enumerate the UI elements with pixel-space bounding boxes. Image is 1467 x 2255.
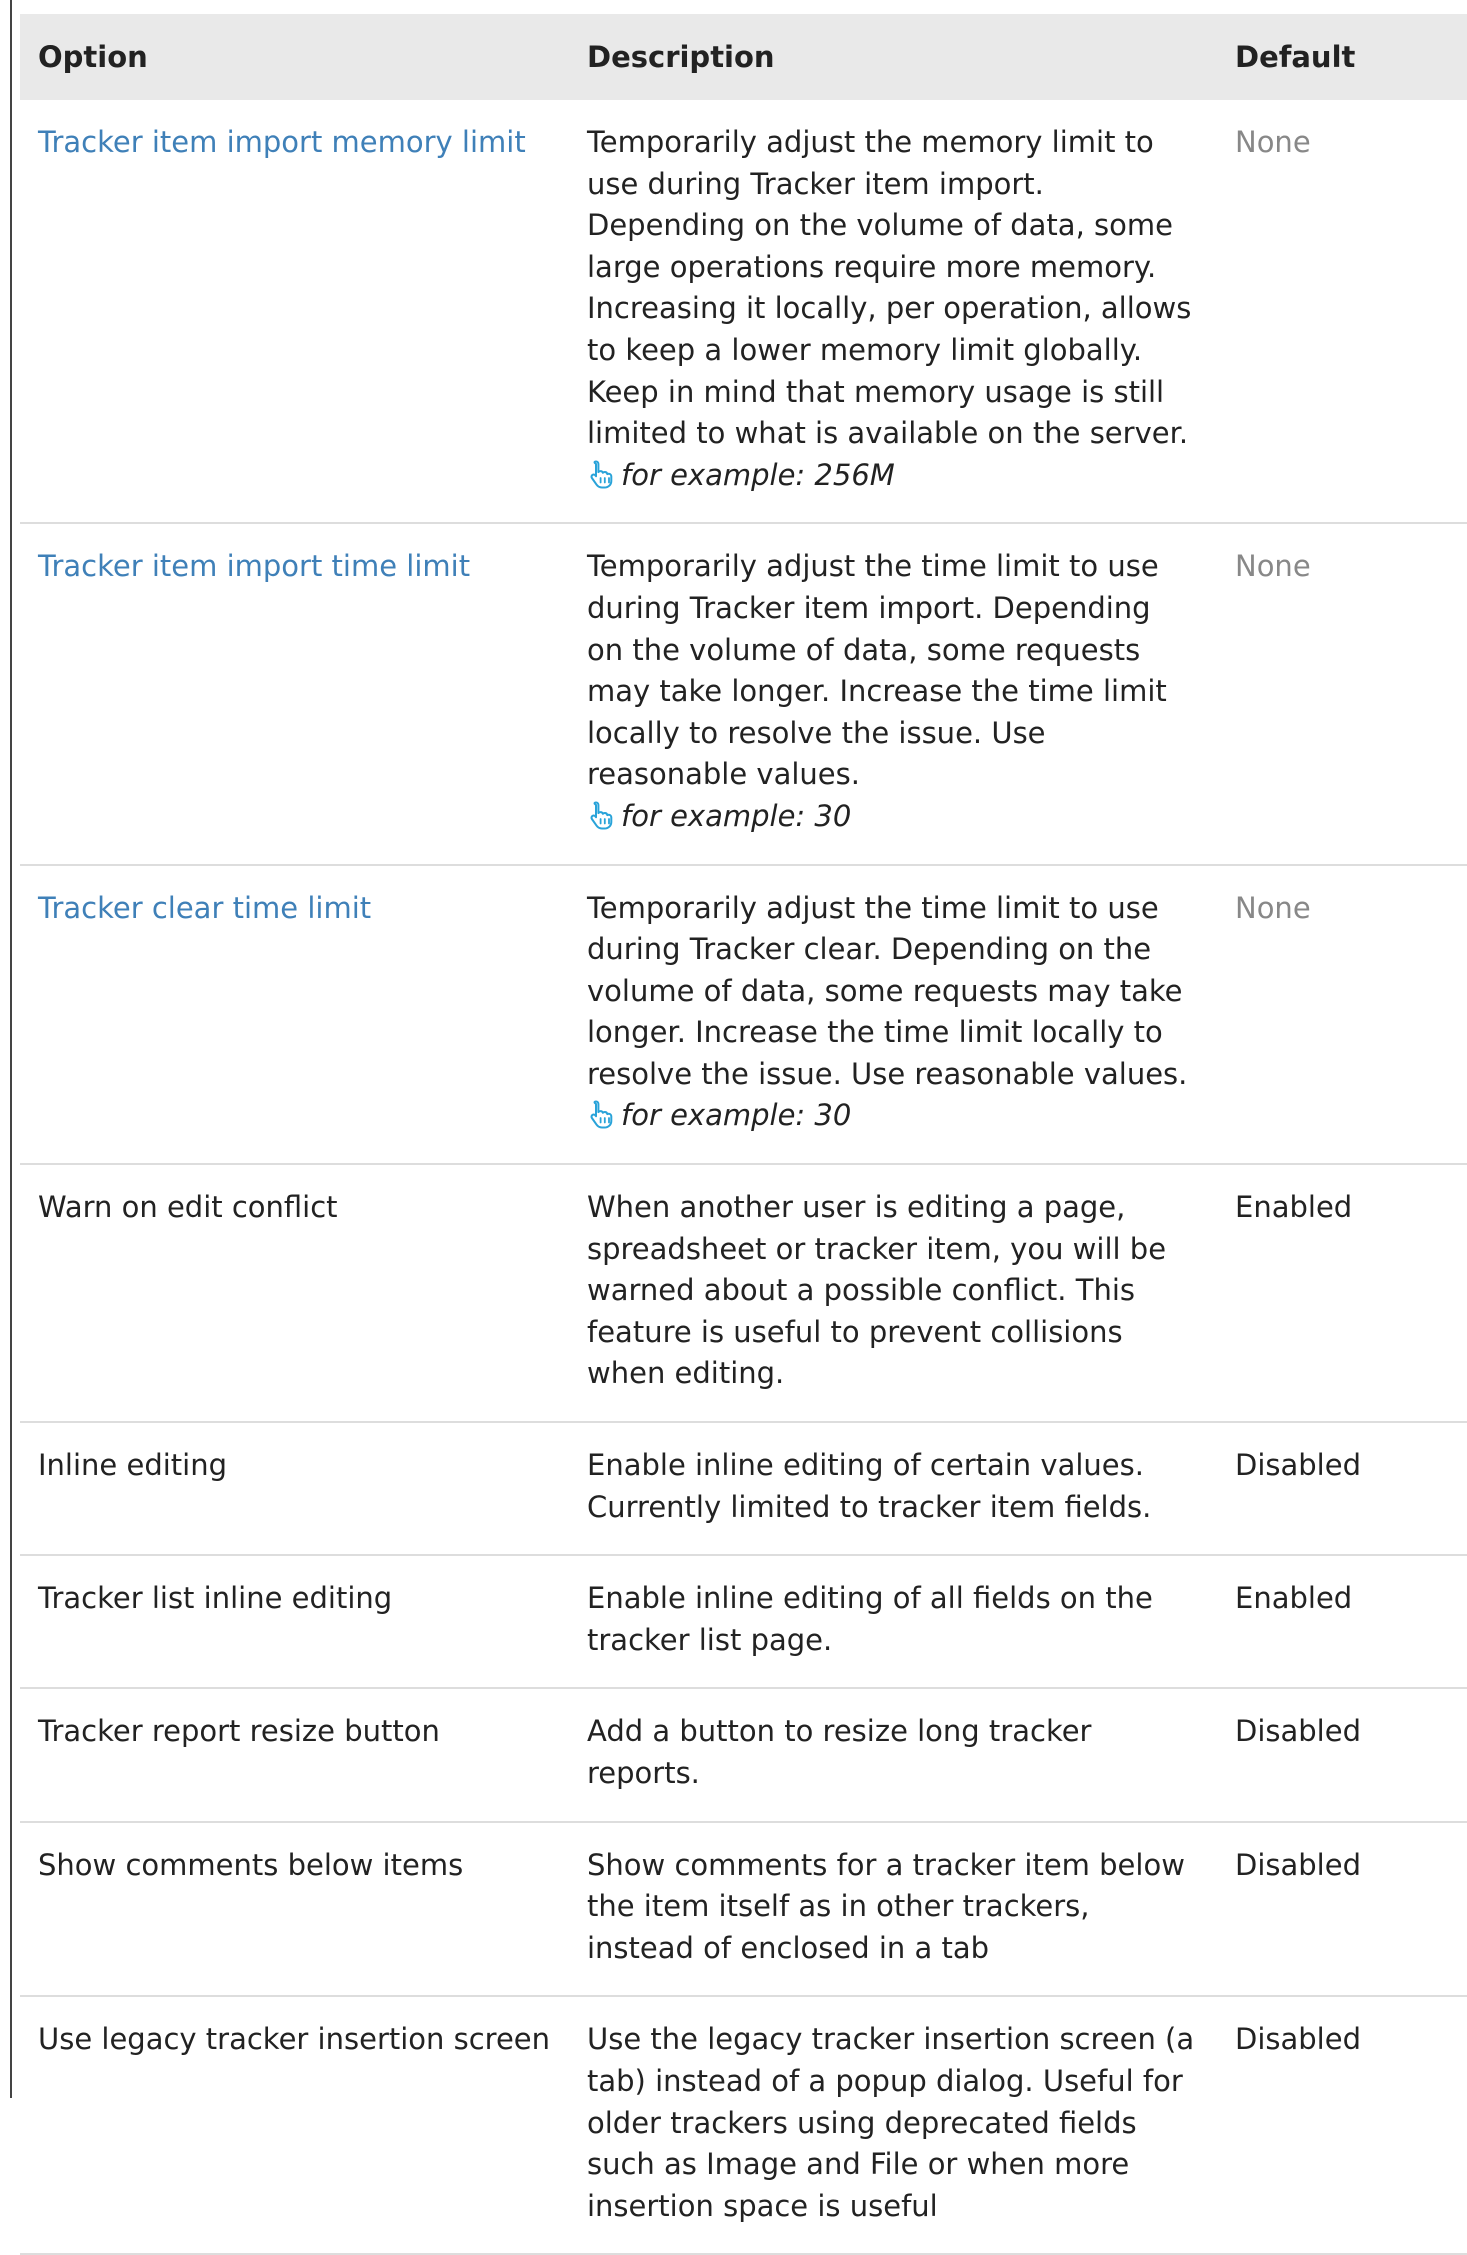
description-text: Temporarily adjust the time limit to use… [587, 890, 1188, 1091]
example-text: for example: 30 [621, 1098, 852, 1133]
description-cell: Temporarily adjust the memory limit to u… [573, 100, 1219, 523]
option-cell: Tracker item import time limit [20, 523, 573, 864]
option-label: Warn on edit conflict [38, 1190, 338, 1225]
example-hint: for example: 256M [587, 455, 1195, 497]
default-value: None [1235, 549, 1311, 584]
default-value: Enabled [1235, 1190, 1353, 1225]
table-row: Tracker clear time limit Temporarily adju… [20, 865, 1467, 1165]
option-label: Tracker report resize button [38, 1714, 440, 1749]
default-value: None [1235, 890, 1311, 925]
table-row: Show comments below items Show comments f… [20, 1822, 1467, 1997]
example-hint: for example: 30 [587, 796, 1195, 838]
option-label: Show comments below items [38, 1847, 464, 1882]
option-cell: Tracker item import memory limit [20, 100, 573, 523]
description-cell: When another user is editing a page, spr… [573, 1164, 1219, 1422]
top-spacer [12, 0, 1467, 14]
default-cell: None [1219, 865, 1467, 1165]
default-value: Enabled [1235, 1581, 1353, 1616]
option-label: Inline editing [38, 1448, 228, 1483]
option-link[interactable]: Tracker item import time limit [38, 549, 470, 583]
description-text: Use the legacy tracker insertion screen … [587, 2022, 1195, 2223]
pointing-hand-icon [587, 800, 615, 830]
default-cell: Enabled [1219, 1555, 1467, 1688]
left-border-rule [10, 0, 12, 2098]
example-text: for example: 256M [621, 457, 895, 492]
description-cell: Add a button to resize long tracker repo… [573, 1688, 1219, 1821]
option-link[interactable]: Tracker clear time limit [38, 891, 371, 925]
pointing-hand-icon [587, 1099, 615, 1129]
description-cell: Show comments for a tracker item below t… [573, 1822, 1219, 1997]
table-header: Option Description Default [20, 14, 1467, 100]
example-text: for example: 30 [621, 798, 852, 833]
description-cell: Temporarily adjust the time limit to use… [573, 523, 1219, 864]
table-header-row: Option Description Default [20, 14, 1467, 100]
preferences-table-container: Option Description Default Tracker item … [20, 14, 1467, 2255]
description-text: Enable inline editing of certain values.… [587, 1448, 1152, 1524]
example-hint: for example: 30 [587, 1095, 1195, 1137]
table-body: Tracker item import memory limit Temporar… [20, 100, 1467, 2255]
option-cell: Tracker report resize button [20, 1688, 573, 1821]
description-text: When another user is editing a page, spr… [587, 1190, 1167, 1391]
default-value: Disabled [1235, 1448, 1361, 1483]
default-cell: Disabled [1219, 1996, 1467, 2254]
table-row: Warn on edit conflict When another user i… [20, 1164, 1467, 1423]
table-row: Tracker item import time limit Temporaril… [20, 523, 1467, 865]
default-cell: Enabled [1219, 1164, 1467, 1422]
option-cell: Tracker clear time limit [20, 865, 573, 1165]
option-cell: Use legacy tracker insertion screen [20, 1996, 573, 2254]
description-cell: Temporarily adjust the time limit to use… [573, 865, 1219, 1165]
table-row: Use legacy tracker insertion screen Use t… [20, 1996, 1467, 2255]
default-cell: None [1219, 100, 1467, 523]
option-label: Use legacy tracker insertion screen [38, 2022, 551, 2057]
description-text: Temporarily adjust the memory limit to u… [587, 125, 1192, 451]
description-text: Enable inline editing of all fields on t… [587, 1581, 1153, 1657]
option-cell: Warn on edit conflict [20, 1164, 573, 1422]
description-cell: Enable inline editing of all fields on t… [573, 1555, 1219, 1688]
option-cell: Inline editing [20, 1422, 573, 1555]
option-cell: Tracker list inline editing [20, 1555, 573, 1688]
description-cell: Enable inline editing of certain values.… [573, 1422, 1219, 1555]
default-cell: None [1219, 523, 1467, 864]
option-label: Tracker list inline editing [38, 1581, 393, 1616]
table-row: Tracker list inline editing Enable inline… [20, 1555, 1467, 1689]
pointing-hand-icon [587, 459, 615, 489]
header-default: Default [1219, 14, 1467, 100]
option-link[interactable]: Tracker item import memory limit [38, 125, 526, 159]
description-text: Temporarily adjust the time limit to use… [587, 549, 1167, 792]
header-option: Option [20, 14, 573, 100]
description-text: Add a button to resize long tracker repo… [587, 1714, 1092, 1790]
default-cell: Disabled [1219, 1822, 1467, 1997]
default-value: None [1235, 125, 1311, 159]
default-value: Disabled [1235, 2022, 1361, 2057]
table-row: Tracker item import memory limit Temporar… [20, 100, 1467, 524]
default-value: Disabled [1235, 1714, 1361, 1749]
default-value: Disabled [1235, 1847, 1361, 1882]
default-cell: Disabled [1219, 1422, 1467, 1555]
table-row: Tracker report resize button Add a button… [20, 1688, 1467, 1822]
default-cell: Disabled [1219, 1688, 1467, 1821]
preferences-table: Option Description Default Tracker item … [20, 14, 1467, 2255]
table-row: Inline editing Enable inline editing of c… [20, 1422, 1467, 1556]
header-description: Description [573, 14, 1219, 100]
option-cell: Show comments below items [20, 1822, 573, 1997]
description-text: Show comments for a tracker item below t… [587, 1847, 1185, 1965]
description-cell: Use the legacy tracker insertion screen … [573, 1996, 1219, 2254]
